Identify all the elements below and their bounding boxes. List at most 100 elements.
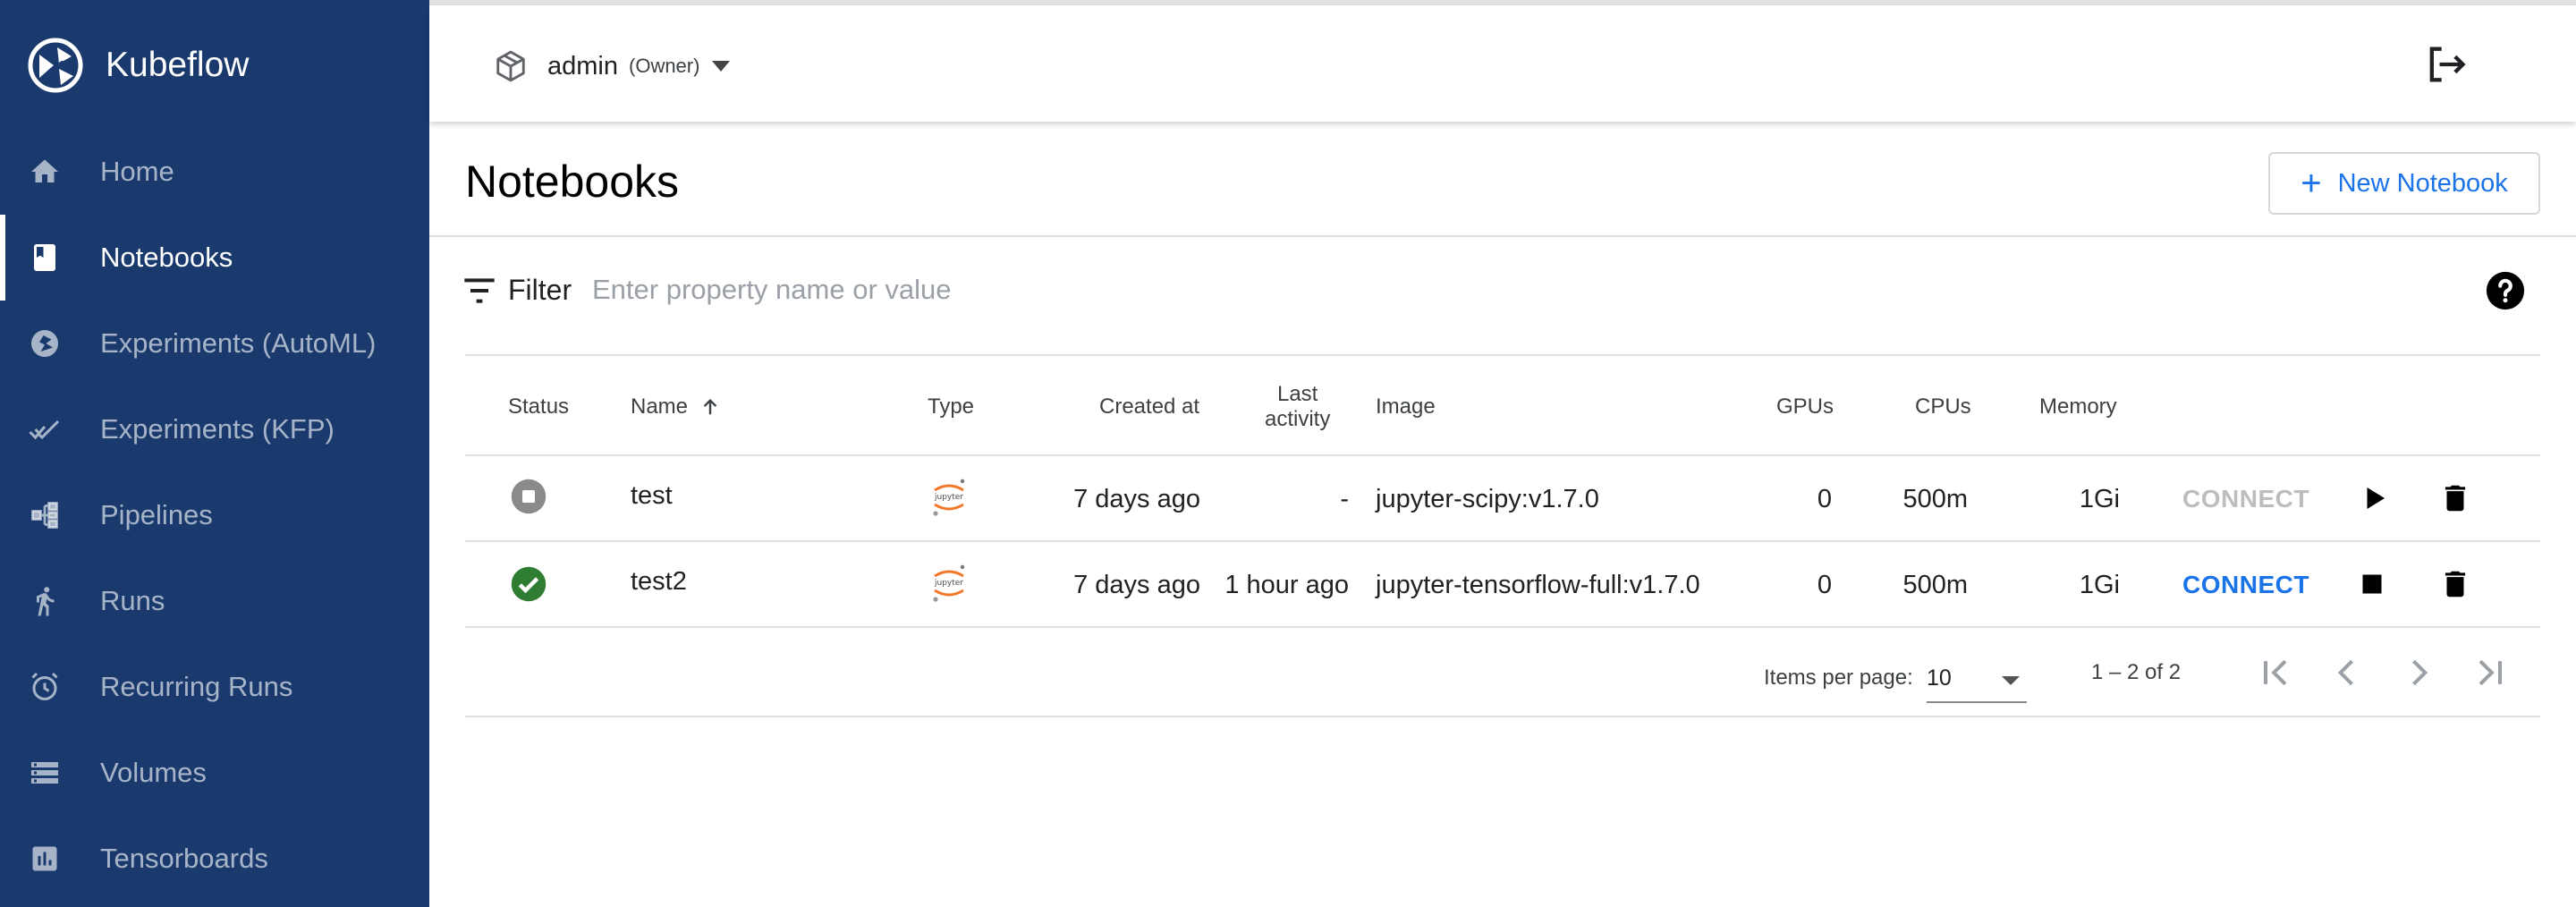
sidebar-item-pipelines[interactable]: Pipelines [0, 472, 429, 558]
items-per-page-label: Items per page: [1764, 665, 1913, 690]
divider [465, 454, 2540, 456]
divider [465, 626, 2540, 628]
divider [465, 354, 2540, 356]
column-header-label: Last [1276, 382, 1318, 406]
filter-label: Filter [508, 274, 572, 306]
sidebar-nav: Home Notebooks Experiments (AutoML) Expe… [0, 129, 429, 902]
page-range: 1 – 2 of 2 [2091, 660, 2182, 684]
connect-button[interactable]: CONNECT [2182, 485, 2309, 513]
cpus-value: 500m [1902, 485, 1968, 513]
column-header-type[interactable]: Type [928, 376, 974, 438]
sidebar-item-experiments-automl[interactable]: Experiments (AutoML) [0, 301, 429, 386]
jupyter-icon: jupyter [933, 479, 965, 516]
divider [465, 716, 2540, 717]
tensorboards-icon [32, 846, 57, 871]
delete-icon[interactable] [2438, 480, 2472, 516]
namespace-name: admin [547, 51, 618, 81]
experiments-automl-icon [31, 330, 58, 357]
brand[interactable]: Kubeflow [27, 34, 249, 97]
gpus-value: 0 [1817, 485, 1832, 513]
cpus-value: 500m [1902, 571, 1968, 599]
app-name: Kubeflow [106, 46, 250, 84]
jupyter-icon: jupyter [933, 564, 965, 602]
volumes-icon [31, 762, 58, 784]
stopped-status-icon [511, 479, 547, 514]
sidebar-item-label: Home [100, 156, 174, 187]
gpus-value: 0 [1817, 571, 1832, 599]
sidebar-item-experiments-kfp[interactable]: Experiments (KFP) [0, 386, 429, 472]
help-icon[interactable] [2485, 270, 2526, 311]
column-header-label: Name [631, 394, 689, 419]
page-size-value: 10 [1927, 665, 1952, 691]
divider [465, 540, 2540, 542]
sidebar-item-label: Experiments (AutoML) [100, 327, 377, 359]
notebook-name[interactable]: test [631, 481, 673, 511]
kubeflow-logo-icon [28, 38, 83, 93]
page-title: Notebooks [465, 157, 680, 207]
sidebar-item-label: Tensorboards [100, 843, 268, 874]
namespace-role: (Owner) [629, 55, 700, 77]
logout-icon[interactable] [2422, 41, 2469, 88]
last-activity: - [1340, 485, 1349, 513]
experiments-kfp-icon [29, 420, 60, 440]
image-name: jupyter-scipy:v1.7.0 [1376, 485, 1599, 513]
plus-icon: + [2301, 164, 2322, 203]
column-header-created[interactable]: Created at [1099, 376, 1199, 438]
created-at: 7 days ago [1073, 571, 1200, 599]
notebook-name[interactable]: test2 [631, 567, 687, 597]
sidebar-item-label: Volumes [100, 757, 207, 788]
column-header-status[interactable]: Status [508, 376, 569, 438]
column-header-label: activity [1265, 407, 1331, 431]
sidebar-item-label: Experiments (KFP) [100, 413, 335, 445]
first-page-icon[interactable] [2256, 653, 2295, 692]
column-header-cpus[interactable]: CPUs [1915, 376, 1971, 438]
filter-icon [464, 278, 495, 303]
sidebar-item-label: Pipelines [100, 499, 213, 530]
svg-text:jupyter: jupyter [934, 579, 963, 588]
sidebar-item-recurring-runs[interactable]: Recurring Runs [0, 644, 429, 730]
filter-input[interactable] [592, 270, 1755, 309]
new-notebook-button[interactable]: + New Notebook [2268, 152, 2540, 215]
sidebar-item-runs[interactable]: Runs [0, 558, 429, 644]
sidebar-item-label: Recurring Runs [100, 671, 293, 702]
play-icon[interactable] [2358, 482, 2390, 514]
divider [429, 235, 2576, 237]
last-page-icon[interactable] [2470, 653, 2510, 692]
sidebar-item-notebooks[interactable]: Notebooks [0, 215, 429, 301]
sidebar-item-label: Notebooks [100, 242, 233, 273]
memory-value: 1Gi [2079, 571, 2120, 599]
memory-value: 1Gi [2079, 485, 2120, 513]
running-status-icon [511, 566, 547, 602]
created-at: 7 days ago [1073, 485, 1200, 513]
column-header-gpus[interactable]: GPUs [1776, 376, 1834, 438]
column-header-name[interactable]: Name [631, 376, 720, 438]
next-page-icon[interactable] [2399, 653, 2438, 692]
connect-button[interactable]: CONNECT [2182, 571, 2309, 599]
sidebar-item-tensorboards[interactable]: Tensorboards [0, 816, 429, 902]
column-header-image[interactable]: Image [1376, 376, 1436, 438]
last-activity: 1 hour ago [1224, 571, 1349, 599]
svg-text:jupyter: jupyter [934, 493, 963, 502]
alarm-icon [31, 672, 58, 700]
home-icon [31, 159, 58, 182]
chevron-down-icon [712, 61, 731, 72]
sidebar-item-home[interactable]: Home [0, 129, 429, 215]
chevron-down-icon [2002, 676, 2020, 685]
header-bar: admin (Owner) [429, 5, 2576, 122]
sidebar: Kubeflow Home Notebooks Experiments (Aut… [0, 0, 429, 907]
column-header-last-activity[interactable]: Last activity [1265, 376, 1330, 438]
arrow-up-icon [703, 398, 717, 415]
column-header-memory[interactable]: Memory [2039, 376, 2117, 438]
previous-page-icon[interactable] [2327, 653, 2367, 692]
new-notebook-label: New Notebook [2337, 168, 2508, 198]
pipelines-icon [31, 502, 58, 529]
sidebar-item-label: Runs [100, 585, 165, 616]
delete-icon[interactable] [2438, 566, 2472, 602]
image-name: jupyter-tensorflow-full:v1.7.0 [1376, 571, 1700, 599]
sidebar-item-volumes[interactable]: Volumes [0, 730, 429, 816]
namespace-selector[interactable]: admin (Owner) [494, 41, 731, 91]
page-size-select[interactable]: 10 [1927, 657, 2027, 703]
package-icon [496, 50, 525, 82]
runs-icon [37, 587, 55, 616]
stop-icon[interactable] [2356, 568, 2388, 600]
